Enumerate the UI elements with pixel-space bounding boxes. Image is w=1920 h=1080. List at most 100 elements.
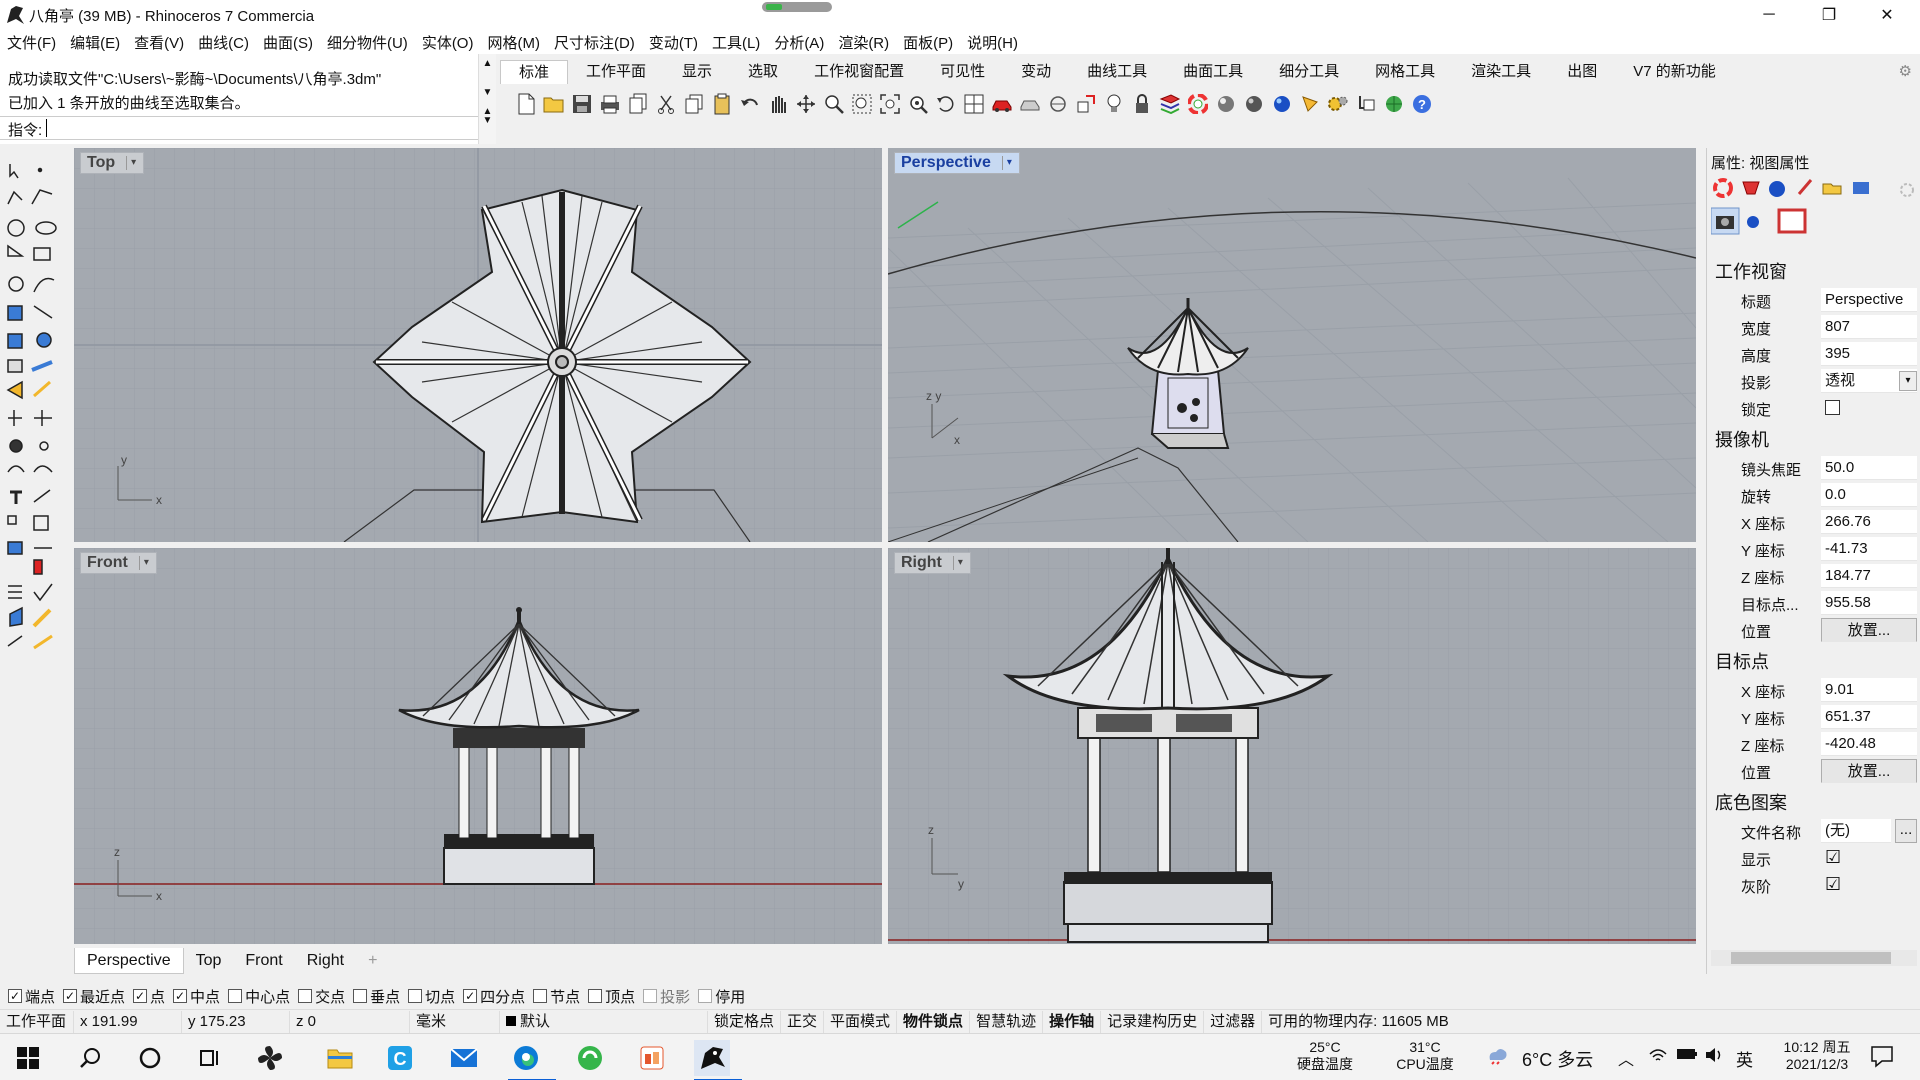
osnap-quad[interactable]: ✓ 四分点 [463,986,525,1007]
save-icon[interactable] [568,90,596,118]
status-grid-snap[interactable]: 锁定格点 [708,1010,782,1033]
wallpaper-filename-value[interactable]: (无) [1821,819,1891,843]
scroll-down-icon[interactable]: ▼ [479,87,496,98]
checkbox-icon[interactable] [698,989,713,1003]
target-place-button[interactable]: 放置... [1821,759,1917,783]
viewport-label-top[interactable]: Top ▾ [80,152,145,174]
menu-dimension[interactable]: 尺寸标注(D) [547,32,642,53]
target-y-value[interactable]: 651.37 [1821,705,1917,729]
osnap-knot[interactable]: 节点 [533,986,580,1007]
checkbox-checked-icon[interactable]: ✓ [173,989,188,1003]
scroll-up-icon[interactable]: ▲ [479,58,496,69]
chevron-down-icon[interactable]: ▾ [138,556,153,570]
tab-visibility[interactable]: 可见性 [922,60,1003,84]
checkbox-checked-icon[interactable]: ✓ [133,989,148,1003]
osnap-perp[interactable]: 垂点 [353,986,400,1007]
command-scrollbar[interactable]: ▲ ▼ ▲ ▼ [478,54,496,144]
rhino-taskbar-icon[interactable] [694,1040,742,1080]
zoom-window-icon[interactable] [848,90,876,118]
menu-mesh[interactable]: 网格(M) [480,32,547,53]
windows-start-icon[interactable] [10,1040,46,1076]
menu-curve[interactable]: 曲线(C) [191,32,256,53]
app-c-icon[interactable]: C [382,1040,418,1076]
viewport-label-right[interactable]: Right ▾ [894,552,971,574]
maximize-button[interactable]: ❐ [1800,0,1858,30]
pinwheel-app-icon[interactable] [252,1040,288,1076]
color-wheel-icon[interactable] [1184,90,1212,118]
command-prompt[interactable]: 指令: [0,116,478,140]
lock-checkbox[interactable] [1825,400,1840,415]
minimize-button[interactable]: ─ [1740,0,1798,30]
menu-view[interactable]: 查看(V) [127,32,191,53]
zoom-extents-icon[interactable] [876,90,904,118]
grayscale-checkbox[interactable]: ☑ [1825,874,1841,895]
set-cplane-icon[interactable] [1072,90,1100,118]
status-cplane[interactable]: 工作平面 [0,1010,74,1033]
green-app-icon[interactable] [572,1040,608,1076]
osnap-near[interactable]: ✓ 最近点 [63,986,125,1007]
lens-length-value[interactable]: 50.0 [1821,456,1917,480]
menu-tools[interactable]: 工具(L) [705,32,767,53]
zoom-selected-icon[interactable] [904,90,932,118]
status-layer[interactable]: 默认 [500,1010,708,1033]
volume-icon[interactable] [1704,1046,1724,1068]
gear-icon[interactable]: ⚙ [1899,62,1912,80]
material-sphere-icon[interactable] [1268,90,1296,118]
tab-new-in-v7[interactable]: V7 的新功能 [1615,60,1734,84]
tab-cplanes[interactable]: 工作平面 [568,60,664,84]
camera-y-value[interactable]: -41.73 [1821,537,1917,561]
osnap-disable[interactable]: 停用 [698,986,745,1007]
battery-icon[interactable] [1676,1047,1698,1065]
render-sphere-icon[interactable] [1212,90,1240,118]
chevron-down-icon[interactable]: ▾ [126,156,140,170]
weather-text[interactable]: 6°C 多云 [1522,1046,1593,1072]
checkbox-checked-icon[interactable]: ✓ [463,989,478,1003]
prop-title-value[interactable]: Perspective [1821,288,1917,312]
osnap-tangent[interactable]: 切点 [408,986,455,1007]
rotation-value[interactable]: 0.0 [1821,483,1917,507]
osnap-project[interactable]: 投影 [643,986,690,1007]
osnap-end[interactable]: ✓ 端点 [8,986,55,1007]
checkbox-disabled-icon[interactable] [643,989,658,1003]
wifi-icon[interactable] [1648,1046,1668,1068]
spotlight-icon[interactable] [1296,90,1324,118]
menu-panels[interactable]: 面板(P) [896,32,960,53]
status-osnap[interactable]: 物件锁点 [897,1010,971,1033]
menu-surface[interactable]: 曲面(S) [256,32,320,53]
office-app-icon[interactable] [634,1040,670,1076]
menu-help[interactable]: 说明(H) [960,32,1025,53]
menu-solid[interactable]: 实体(O) [415,32,481,53]
options-gear-icon[interactable] [1324,90,1352,118]
cut-icon[interactable] [652,90,680,118]
tab-select[interactable]: 选取 [730,60,796,84]
prop-width-value[interactable]: 807 [1821,315,1917,339]
vp-tab-perspective[interactable]: Perspective [74,948,184,974]
chevron-down-icon[interactable]: ▾ [1899,371,1917,391]
menu-subd[interactable]: 细分物件(U) [320,32,415,53]
tab-standard[interactable]: 标准 [500,60,569,84]
undo-icon[interactable] [736,90,764,118]
checkbox-icon[interactable] [588,989,603,1003]
chevron-down-icon[interactable]: ▾ [952,556,967,570]
osnap-center[interactable]: 中心点 [228,986,290,1007]
status-filter[interactable]: 过滤器 [1204,1010,1263,1033]
tab-subd-tools[interactable]: 细分工具 [1261,60,1357,84]
clock[interactable]: 10:12 周五 2021/12/3 [1772,1039,1862,1073]
copy-icon[interactable] [680,90,708,118]
shaded-sphere-icon[interactable] [1240,90,1268,118]
status-ortho[interactable]: 正交 [781,1010,825,1033]
status-gumball[interactable]: 操作轴 [1043,1010,1102,1033]
chevron-up-icon[interactable]: ︿ [1618,1046,1634,1070]
target-x-value[interactable]: 9.01 [1821,678,1917,702]
ime-indicator[interactable]: 英 [1736,1046,1753,1071]
open-folder-icon[interactable] [540,90,568,118]
car-perspective-icon[interactable] [988,90,1016,118]
mail-icon[interactable] [446,1040,482,1076]
viewport-front[interactable]: z x Front ▾ [74,548,882,944]
help-icon[interactable]: ? [1408,90,1436,118]
rotate-view-icon[interactable] [932,90,960,118]
layer-icon[interactable] [1156,90,1184,118]
tab-surface-tools[interactable]: 曲面工具 [1165,60,1261,84]
target-distance-value[interactable]: 955.58 [1821,591,1917,615]
menu-render[interactable]: 渲染(R) [831,32,896,53]
